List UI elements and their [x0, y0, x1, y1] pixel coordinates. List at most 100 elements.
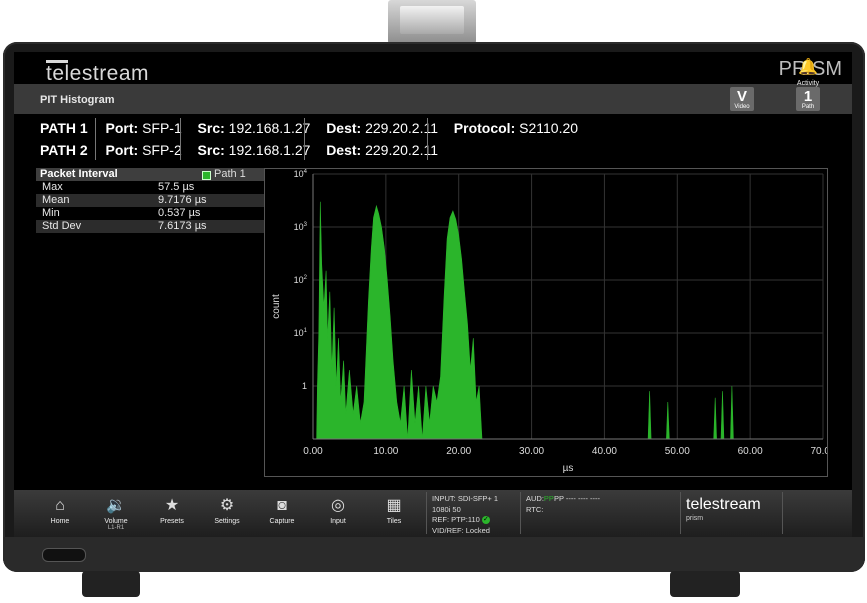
power-button[interactable] — [42, 548, 86, 562]
x-tick-label: 70.00 — [810, 446, 827, 457]
stats-legend: Path 1 — [214, 168, 246, 180]
path-2-src: 192.168.1.27 — [228, 142, 311, 158]
stat-label: Std Dev — [42, 220, 82, 232]
device-foot-left — [82, 571, 140, 597]
y-tick-base: 10 — [294, 169, 304, 179]
aud-label: AUD: — [526, 494, 544, 503]
dest-label: Dest: — [326, 120, 362, 136]
stat-label: Mean — [42, 194, 70, 206]
y-tick-exponent: 3 — [304, 222, 308, 228]
path-2-port: SFP-2 — [142, 142, 182, 158]
dock-button-label: Volume — [104, 518, 128, 525]
dock-button-label: Presets — [160, 518, 184, 525]
stats-row-stddev: Std Dev 7.6173 µs — [36, 220, 264, 233]
presets-button[interactable]: ★ Presets — [150, 496, 194, 525]
stats-row-min: Min 0.537 µs — [36, 207, 264, 220]
ref-status: REF: PTP:110 ✓ — [432, 515, 498, 526]
input-source: INPUT: SDI-SFP+ 1 — [432, 494, 499, 503]
x-tick-label: 0.00 — [303, 446, 323, 457]
speaker-icon: 🔉 — [106, 497, 126, 514]
aud-row: AUD:PPPP ---- ---- ---- — [526, 494, 600, 505]
dock-button-label: Home — [50, 518, 70, 525]
dest-label: Dest: — [326, 142, 362, 158]
path-1-name: PATH 1 — [40, 120, 88, 136]
info-divider — [304, 118, 305, 160]
y-tick-exponent: 1 — [304, 328, 308, 334]
protocol-label: Protocol: — [453, 120, 516, 136]
path-1-protocol: S2110.20 — [519, 120, 579, 136]
y-tick-base: 10 — [294, 222, 304, 232]
dock-logo-sub: prism — [686, 515, 704, 522]
stat-label: Min — [42, 207, 60, 219]
capture-button[interactable]: ◙ Capture — [260, 496, 304, 525]
x-tick-label: 10.00 — [373, 446, 398, 457]
rtc-label: RTC: — [526, 504, 544, 514]
aud-rest: PP ---- ---- ---- — [553, 494, 601, 503]
info-divider — [180, 118, 181, 160]
input-format: 1080i 50 — [432, 504, 461, 514]
input-status: INPUT: SDI-SFP+ 1 1080i 50 REF: PTP:110 … — [432, 494, 498, 536]
dock-telestream-logo: telestream prism — [686, 496, 761, 522]
y-tick-label: 102 — [294, 275, 308, 285]
dock-button-label: Tiles — [386, 518, 402, 525]
audio-status: AUD:PPPP ---- ---- ---- RTC: — [526, 494, 600, 515]
star-icon: ★ — [164, 497, 180, 514]
video-button-glyph: V — [736, 88, 747, 105]
dock-button-label: Capture — [269, 518, 295, 525]
src-label: Src: — [197, 120, 225, 136]
path-1-row: PATH 1 Port: SFP-1 Src: 192.168.1.27 Des… — [40, 120, 578, 136]
dock-divider — [782, 492, 783, 534]
y-tick-exponent: 4 — [304, 169, 308, 175]
stat-value: 7.6173 µs — [158, 220, 207, 232]
y-tick-exponent: 2 — [304, 275, 308, 281]
screen: telestream PRISM PIT Histogram V Video 1… — [14, 52, 852, 537]
tiles-button[interactable]: ▦ Tiles — [372, 496, 416, 525]
volume-button[interactable]: 🔉 Volume L1-R1 — [94, 496, 138, 531]
stats-title: Packet Interval — [40, 168, 118, 180]
path-2-row: PATH 2 Port: SFP-2 Src: 192.168.1.27 Des… — [40, 142, 438, 158]
path-button-label: Path — [801, 104, 815, 110]
dock-logo-text: telestream — [686, 496, 761, 513]
brand-bar: telestream PRISM — [14, 52, 852, 85]
x-tick-label: 50.00 — [665, 446, 690, 457]
input-button[interactable]: ◎ Input — [316, 496, 360, 525]
x-tick-label: 40.00 — [592, 446, 617, 457]
camera-icon: ◙ — [277, 497, 287, 514]
device-handle — [388, 0, 476, 44]
x-axis-label: µs — [563, 463, 574, 474]
stat-label: Max — [42, 181, 63, 193]
port-label: Port: — [105, 142, 139, 158]
vidref-status: VID/REF: Locked — [432, 525, 490, 535]
dock-divider — [426, 492, 427, 534]
path-2-name: PATH 2 — [40, 142, 88, 158]
path-button[interactable]: 1 Path — [796, 87, 820, 111]
home-button[interactable]: ⌂ Home — [38, 496, 82, 525]
series-area-path-1 — [316, 201, 734, 440]
ref-value: REF: PTP:110 — [432, 515, 480, 524]
activity-button[interactable]: 🔔 Activity — [786, 58, 830, 87]
prism-device: telestream PRISM PIT Histogram V Video 1… — [0, 0, 867, 603]
x-tick-label: 30.00 — [519, 446, 544, 457]
stats-header: Packet Interval Path 1 — [36, 168, 264, 181]
aud-active: PP — [543, 494, 554, 503]
tiles-icon: ▦ — [386, 497, 402, 514]
src-label: Src: — [197, 142, 225, 158]
stats-row-max: Max 57.5 µs — [36, 181, 264, 194]
stat-value: 0.537 µs — [158, 207, 201, 219]
y-tick-label: 103 — [294, 222, 308, 232]
home-icon: ⌂ — [55, 497, 65, 514]
telestream-logo: telestream — [46, 62, 150, 85]
y-tick-base: 10 — [294, 328, 304, 338]
path-button-glyph: 1 — [803, 88, 813, 105]
y-tick-label: 1 — [302, 381, 307, 391]
port-label: Port: — [105, 120, 139, 136]
video-button-label: Video — [734, 104, 750, 110]
path-1-src: 192.168.1.27 — [228, 120, 311, 136]
settings-button[interactable]: ⚙ Settings — [205, 496, 249, 525]
y-tick-label: 101 — [294, 328, 308, 338]
dock-divider — [680, 492, 681, 534]
x-tick-label: 20.00 — [446, 446, 471, 457]
info-divider — [427, 118, 428, 160]
dock-divider — [520, 492, 521, 534]
video-button[interactable]: V Video — [730, 87, 754, 111]
